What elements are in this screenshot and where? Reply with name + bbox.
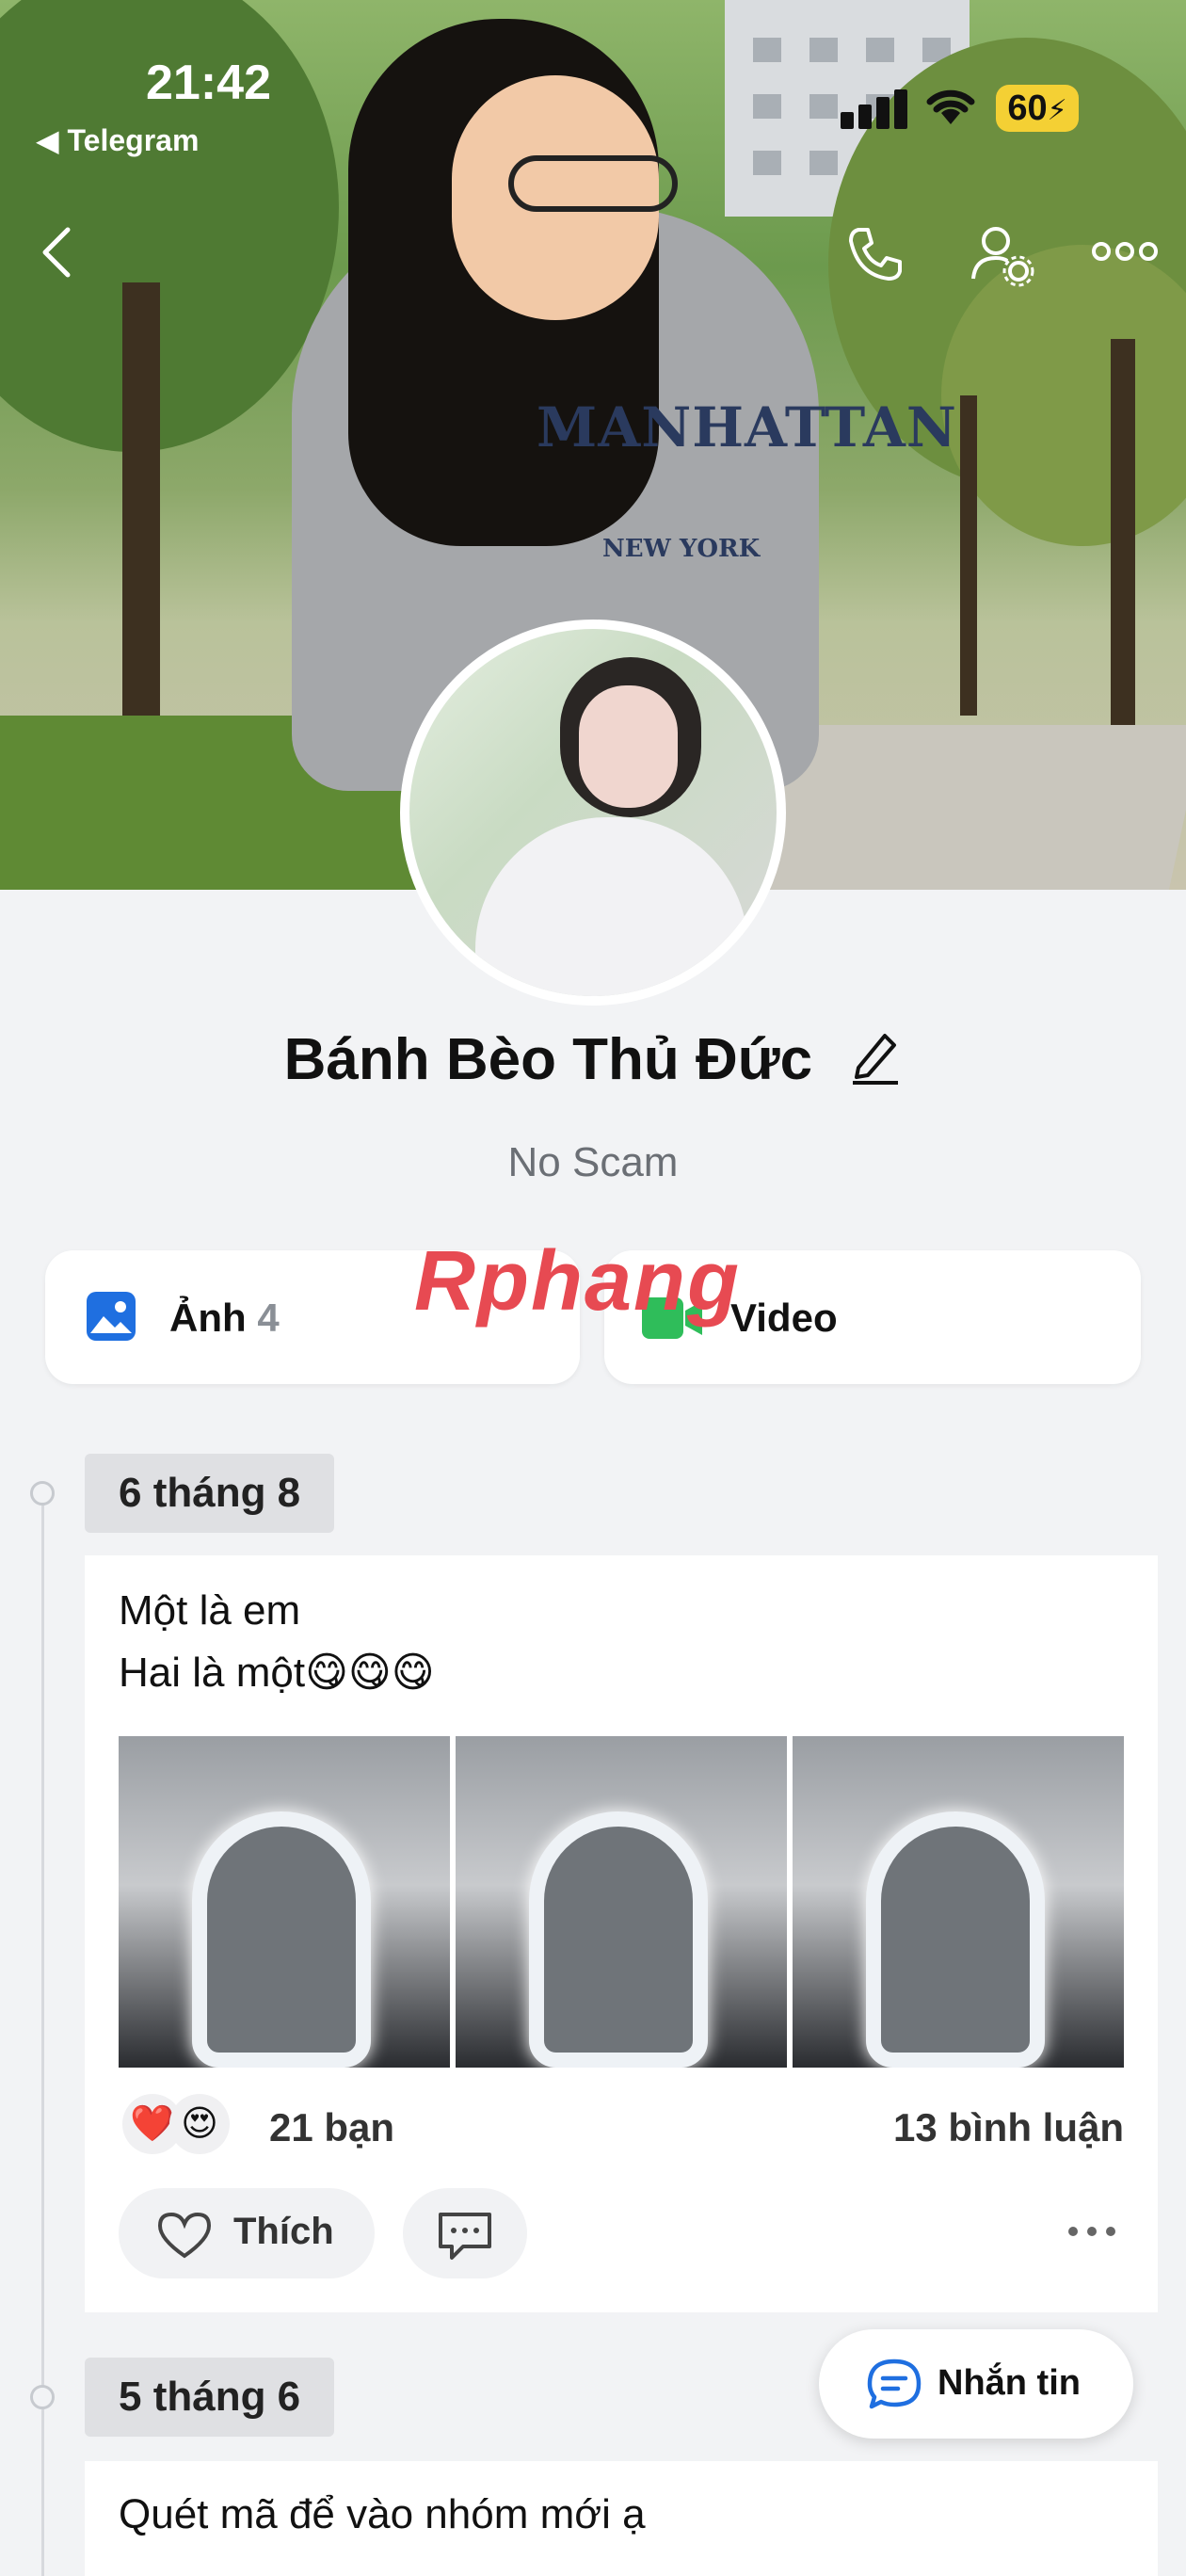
heart-eyes-reaction-icon: 😍 (169, 2094, 230, 2154)
post-text: Một là em Hai là một😋😋😋 (119, 1580, 435, 1704)
contact-settings-icon[interactable] (970, 222, 1035, 293)
post-date-chip: 5 tháng 6 (85, 2358, 335, 2437)
like-label: Thích (233, 2211, 334, 2252)
tree-trunk (1111, 339, 1135, 734)
photos-count: 4 (257, 1296, 280, 1340)
photos-label: Ảnh (169, 1296, 247, 1340)
status-time: 21:42 (146, 56, 271, 110)
send-message-label: Nhắn tin (938, 2363, 1081, 2403)
battery-indicator: 60⚡ (996, 85, 1079, 132)
avatar-face (579, 685, 678, 808)
more-options-icon[interactable] (1092, 240, 1158, 267)
wifi-icon (922, 83, 979, 131)
shirt-text: MANHATTAN (537, 395, 957, 459)
profile-avatar[interactable] (400, 620, 786, 1006)
post-text: Quét mã để vào nhóm mới ạ (119, 2491, 646, 2537)
photo-gallery-icon (85, 1290, 137, 1347)
reaction-count[interactable]: 21 bạn (269, 2105, 394, 2150)
timeline-dot (30, 2385, 55, 2409)
video-label: Video (730, 1296, 838, 1340)
mirror (529, 1811, 708, 2068)
timeline-line (41, 1488, 44, 2576)
profile-name: Bánh Bèo Thủ Đức (283, 1027, 813, 1092)
heart-outline-icon (156, 2211, 213, 2264)
person-glasses (508, 155, 678, 212)
reaction-emojis[interactable]: ❤️ 😍 (122, 2094, 230, 2154)
back-to-telegram[interactable]: ◀ Telegram (36, 122, 199, 158)
profile-bio: No Scam (507, 1139, 679, 1185)
battery-level: 60 (1007, 89, 1048, 128)
edit-name-icon[interactable] (849, 1028, 902, 1099)
timeline-dot (30, 1481, 55, 1505)
mirror (866, 1811, 1045, 2068)
post-photo[interactable] (119, 1736, 450, 2068)
chat-bubble-icon (866, 2358, 922, 2417)
post-date-chip: 6 tháng 8 (85, 1454, 335, 1533)
tree-trunk (960, 395, 977, 716)
like-button[interactable]: Thích (119, 2188, 375, 2278)
profile-name-row: Bánh Bèo Thủ Đức (0, 1026, 1186, 1099)
mirror (192, 1811, 371, 2068)
post-card[interactable]: Một là em Hai là một😋😋😋 ❤️ 😍 21 bạn 13 bì… (85, 1555, 1158, 2312)
post-photo[interactable] (456, 1736, 787, 2068)
post-photo[interactable] (793, 1736, 1124, 2068)
post-text-line: Hai là một😋😋😋 (119, 1650, 435, 1696)
comment-bubble-icon (435, 2211, 495, 2268)
post-text-line: Một là em (119, 1587, 301, 1634)
shirt-subtext: NEW YORK (602, 535, 761, 563)
post-photo-grid (119, 1736, 1124, 2068)
post-card[interactable]: Quét mã để vào nhóm mới ạ (85, 2461, 1158, 2576)
tree-trunk (122, 282, 160, 753)
call-icon[interactable] (845, 224, 906, 289)
comment-button[interactable] (403, 2188, 527, 2278)
comment-count[interactable]: 13 bình luận (893, 2105, 1124, 2150)
watermark-text: Rphang (414, 1234, 741, 1328)
charging-bolt-icon: ⚡ (1047, 95, 1067, 126)
send-message-button[interactable]: Nhắn tin (819, 2329, 1133, 2439)
back-chevron-icon[interactable] (38, 224, 75, 285)
post-more-icon[interactable] (1066, 2224, 1118, 2244)
cellular-signal-icon (841, 89, 912, 134)
